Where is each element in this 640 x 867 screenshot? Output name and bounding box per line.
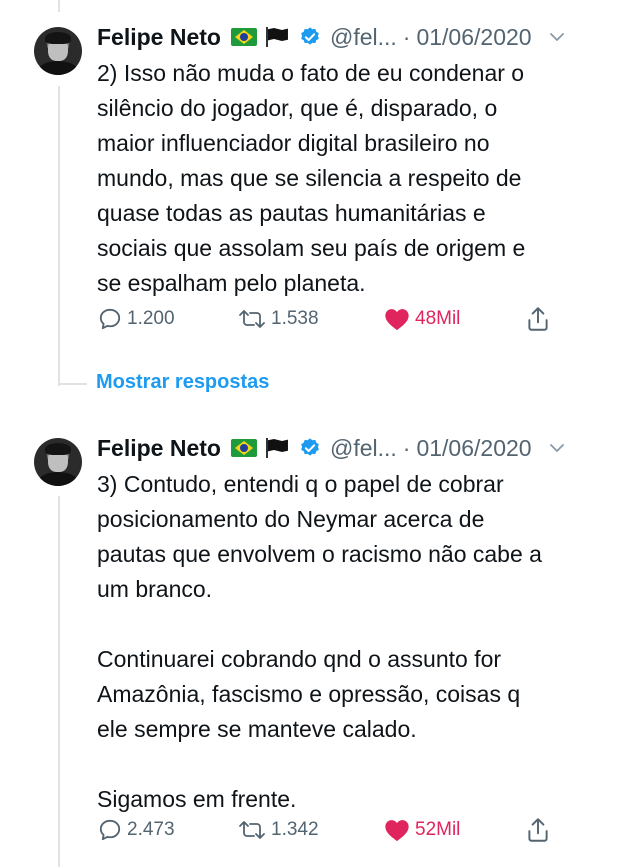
like-button[interactable]: 48Mil (383, 304, 460, 334)
brazil-flag-icon (230, 28, 257, 46)
tweet-2[interactable]: Felipe Neto @fel... · 01/06/2020 3) Cont… (0, 410, 640, 867)
brazil-flag-icon (230, 439, 257, 457)
retweet-button[interactable]: 1.342 (237, 815, 319, 845)
author-handle[interactable]: @fel... (330, 24, 397, 51)
share-button[interactable] (525, 304, 555, 334)
tweet-text: 3) Contudo, entendi q o papel de cobrar … (97, 471, 542, 812)
verified-icon (301, 27, 319, 45)
reply-button[interactable]: 1.200 (97, 304, 175, 334)
verified-icon (301, 438, 319, 456)
reply-icon (99, 308, 121, 330)
avatar[interactable] (34, 27, 82, 75)
share-icon (528, 307, 548, 331)
reply-count: 2.473 (127, 819, 175, 840)
heart-icon (385, 309, 409, 331)
tweet-date[interactable]: 01/06/2020 (416, 24, 531, 51)
black-flag-icon (265, 27, 289, 47)
avatar[interactable] (34, 438, 82, 486)
author-name[interactable]: Felipe Neto (97, 435, 221, 462)
retweet-count: 1.342 (271, 819, 319, 840)
thread-connector (59, 383, 87, 385)
author-handle[interactable]: @fel... (330, 435, 397, 462)
reply-icon (99, 819, 121, 841)
separator: · (402, 434, 411, 461)
retweet-icon (239, 821, 265, 839)
heart-icon (385, 820, 409, 842)
share-button[interactable] (525, 815, 555, 845)
show-replies-link[interactable]: Mostrar respostas (96, 371, 269, 394)
tweet-date[interactable]: 01/06/2020 (416, 435, 531, 462)
tweet-text: 2) Isso não muda o fato de eu condenar o… (97, 60, 526, 296)
reply-button[interactable]: 2.473 (97, 815, 175, 845)
separator: · (402, 23, 411, 50)
like-count: 48Mil (415, 308, 461, 329)
tweet-header: Felipe Neto @fel... · 01/06/2020 (97, 22, 566, 52)
author-name[interactable]: Felipe Neto (97, 24, 221, 51)
tweet-header: Felipe Neto @fel... · 01/06/2020 (97, 433, 566, 463)
like-count: 52Mil (415, 819, 461, 840)
share-icon (528, 818, 548, 842)
tweet-1[interactable]: Felipe Neto @fel... · 01/06/2020 2) Isso… (0, 0, 640, 350)
tweet-actions: 1.200 1.538 48Mil (97, 304, 567, 334)
black-flag-icon (265, 438, 289, 458)
chevron-down-icon[interactable] (548, 439, 566, 457)
chevron-down-icon[interactable] (548, 28, 566, 46)
like-button[interactable]: 52Mil (383, 815, 460, 845)
retweet-button[interactable]: 1.538 (237, 304, 319, 334)
tweet-actions: 2.473 1.342 52Mil (97, 815, 567, 845)
reply-count: 1.200 (127, 308, 175, 329)
retweet-icon (239, 310, 265, 328)
retweet-count: 1.538 (271, 308, 319, 329)
